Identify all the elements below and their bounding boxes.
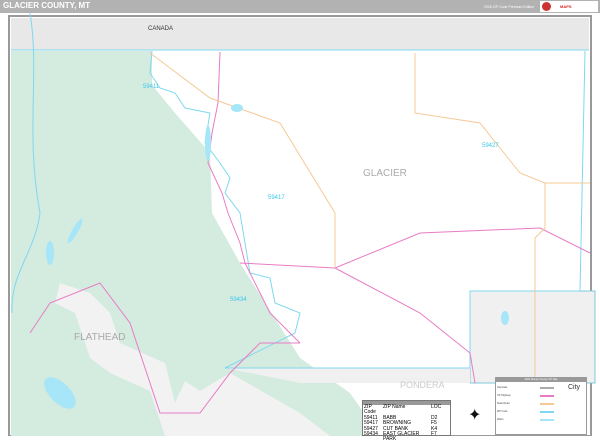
pondera-region — [469, 290, 596, 384]
canada-region — [11, 18, 589, 50]
legend-swatch — [540, 387, 554, 389]
compass-rose-icon: ✦ — [468, 407, 482, 424]
lake-lower-st-mary — [205, 125, 211, 161]
legend-swatch — [540, 411, 554, 413]
zip-label-59411: 59411 — [143, 84, 160, 90]
zip-label-59417: 59417 — [268, 195, 285, 201]
label-canada: CANADA — [148, 26, 173, 32]
legend-swatch — [540, 419, 554, 421]
lake — [501, 311, 509, 325]
header-bar: GLACIER COUNTY, MT 2026 ZIP Code Premium… — [0, 0, 600, 13]
loc-cell: F7 — [431, 431, 437, 438]
label-county: GLACIER — [363, 168, 407, 179]
edition-label: 2026 ZIP Code Premium Edition — [484, 5, 535, 9]
legend-item: State Road — [497, 402, 510, 405]
legend-title: 2026 Glacier County, MT Map — [496, 378, 586, 382]
logo-icon — [542, 2, 551, 11]
logo-text: MAPS — [560, 4, 572, 9]
legend-city-label: City — [568, 384, 581, 391]
legend-swatch — [540, 403, 554, 405]
legend-item: ZIP Code — [497, 410, 508, 413]
legend-swatch — [540, 395, 554, 397]
zip-cell: 59434 — [364, 431, 378, 438]
zip-label-59434: 59434 — [230, 297, 247, 303]
lake — [46, 241, 54, 265]
zip-code-table: ZIP Code ZIP Name LOC 59411 BABB D2 59417 BRO… — [362, 400, 451, 442]
name-cell: EAST GLACIER PARK — [383, 431, 420, 443]
legend-item: Water — [497, 418, 504, 421]
map-title: GLACIER COUNTY, MT — [3, 1, 91, 10]
label-pondera: PONDERA — [400, 380, 445, 390]
zip-label-59427: 59427 — [482, 143, 499, 149]
legend-item: US Highway — [497, 394, 511, 397]
map-legend: 2026 Glacier County, MT Map City Interst… — [495, 377, 587, 435]
label-flathead: FLATHEAD — [74, 332, 126, 343]
map-canvas[interactable]: CANADA GLACIER FLATHEAD PONDERA 59411 59… — [0, 13, 600, 436]
table-row: 59434 EAST GLACIER PARK F7 — [363, 431, 450, 443]
lake — [231, 104, 243, 112]
legend-item: Interstate — [497, 386, 508, 389]
publisher-logo: MAPS — [540, 1, 598, 12]
